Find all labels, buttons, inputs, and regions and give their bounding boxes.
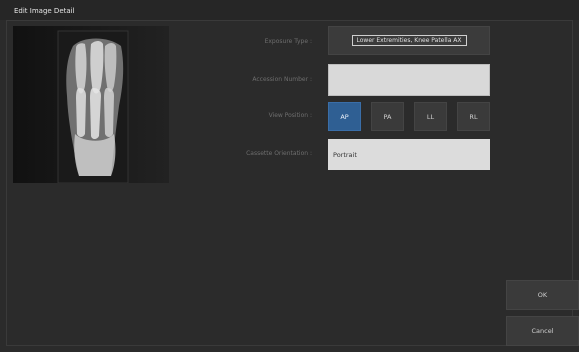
- exposure-type-value: Lower Extremities, Knee Patella AX: [351, 35, 467, 46]
- window-title: Edit Image Detail: [0, 0, 579, 20]
- view-position-label: View Position :: [268, 112, 312, 119]
- view-position-ap[interactable]: AP: [328, 102, 361, 131]
- exposure-type-label: Exposure Type :: [264, 38, 312, 45]
- view-position-rl[interactable]: RL: [457, 102, 490, 131]
- cassette-orientation-label: Cassette Orientation :: [246, 150, 312, 157]
- view-position-ll[interactable]: LL: [414, 102, 447, 131]
- accession-number-field[interactable]: [328, 64, 490, 96]
- view-position-pa[interactable]: PA: [371, 102, 404, 131]
- xray-image: [13, 26, 169, 183]
- ok-button[interactable]: OK: [506, 280, 579, 310]
- xray-image-preview: [13, 26, 169, 183]
- cancel-button[interactable]: Cancel: [506, 316, 579, 346]
- accession-number-label: Accession Number :: [252, 76, 312, 83]
- edit-image-detail-window: Edit Image Detail Exposure Type: Lower …: [0, 0, 579, 352]
- exposure-type-button[interactable]: Lower Extremities, Knee Patella AX: [328, 26, 490, 55]
- cassette-orientation-field[interactable]: Portrait: [328, 139, 490, 170]
